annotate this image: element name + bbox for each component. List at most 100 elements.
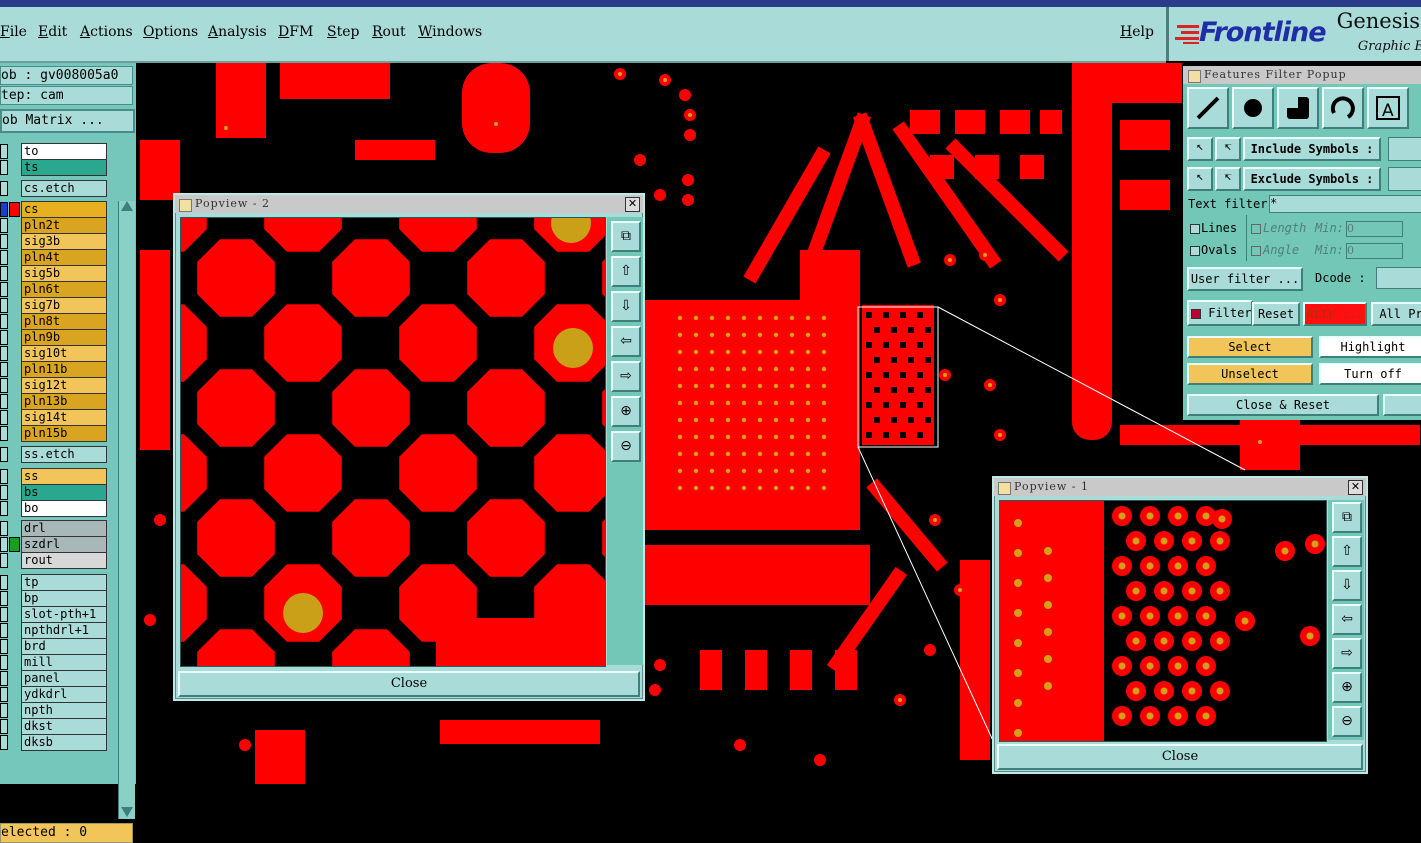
layer-affected-checkbox[interactable] bbox=[0, 719, 8, 734]
pan-down-icon[interactable]: ⇩ bbox=[611, 291, 641, 322]
pan-right-icon[interactable]: ⇨ bbox=[1332, 638, 1362, 669]
layer-affected-checkbox[interactable] bbox=[0, 394, 8, 409]
reset-button[interactable]: Reset bbox=[1252, 302, 1300, 326]
layer-affected-checkbox[interactable] bbox=[0, 378, 8, 393]
pan-left-icon[interactable]: ⇦ bbox=[611, 326, 641, 357]
layer-row-sig7b[interactable]: sig7b bbox=[0, 297, 118, 314]
layer-name[interactable]: ss.etch bbox=[21, 446, 107, 463]
scroll-up-arrow-icon[interactable] bbox=[121, 201, 133, 211]
layer-affected-checkbox[interactable] bbox=[0, 591, 8, 606]
layer-name[interactable]: pln8t bbox=[21, 313, 107, 330]
layer-affected-checkbox[interactable] bbox=[0, 234, 8, 249]
highlight-button[interactable]: Highlight bbox=[1319, 336, 1421, 358]
menu-file[interactable]: File bbox=[0, 24, 27, 40]
layer-name[interactable]: slot-pth+1 bbox=[21, 606, 107, 623]
popview-1-canvas[interactable] bbox=[999, 500, 1327, 742]
layer-row-cs[interactable]: cs bbox=[0, 201, 118, 218]
exclude-symbols-button[interactable]: Exclude Symbols : bbox=[1243, 167, 1381, 191]
layer-row-pln4t[interactable]: pln4t bbox=[0, 249, 118, 266]
layer-affected-checkbox[interactable] bbox=[0, 607, 8, 622]
layer-row-ydkdrl[interactable]: ydkdrl bbox=[0, 686, 118, 703]
job-matrix-button[interactable]: ob Matrix ... bbox=[0, 109, 135, 133]
select-button[interactable]: Select bbox=[1187, 336, 1313, 358]
popview-1-close-button[interactable]: Close bbox=[997, 744, 1363, 770]
layer-name[interactable]: panel bbox=[21, 670, 107, 687]
include-pick-icon[interactable]: ↖ bbox=[1187, 137, 1213, 161]
window-menu-icon[interactable] bbox=[1188, 70, 1201, 83]
layer-affected-checkbox[interactable] bbox=[0, 553, 8, 568]
exclude-pick2-icon[interactable]: ↸ bbox=[1215, 167, 1241, 191]
zoom-in-icon[interactable]: ⊕ bbox=[1332, 672, 1362, 703]
layer-name[interactable]: szdrl bbox=[21, 536, 107, 553]
layer-name[interactable]: rout bbox=[21, 552, 107, 569]
user-filter-button[interactable]: User filter ... bbox=[1187, 267, 1303, 291]
layer-name[interactable]: pln2t bbox=[21, 217, 107, 234]
layer-affected-checkbox[interactable] bbox=[0, 346, 8, 361]
angle-min-input[interactable]: 0 bbox=[1346, 243, 1403, 259]
layer-name[interactable]: mill bbox=[21, 654, 107, 671]
layer-row-szdrl[interactable]: szdrl bbox=[0, 536, 118, 553]
exclude-symbols-field[interactable] bbox=[1388, 167, 1421, 191]
layer-row-ss[interactable]: ss bbox=[0, 468, 118, 485]
layer-affected-checkbox[interactable] bbox=[0, 501, 8, 516]
layer-row-bp[interactable]: bp bbox=[0, 590, 118, 607]
pan-down-icon[interactable]: ⇩ bbox=[1332, 570, 1362, 601]
layer-name[interactable]: drl bbox=[21, 520, 107, 537]
unselect-button[interactable]: Unselect bbox=[1187, 363, 1313, 385]
exclude-pick-icon[interactable]: ↖ bbox=[1187, 167, 1213, 191]
dcode-input[interactable] bbox=[1376, 267, 1421, 289]
layer-affected-checkbox[interactable] bbox=[0, 639, 8, 654]
include-symbols-button[interactable]: Include Symbols : bbox=[1243, 137, 1381, 161]
layer-name[interactable]: bo bbox=[21, 500, 107, 517]
length-min-input[interactable]: 0 bbox=[1346, 221, 1403, 237]
text-filter-input[interactable]: * bbox=[1269, 195, 1421, 213]
layer-affected-checkbox[interactable] bbox=[0, 298, 8, 313]
layer-name[interactable]: bs bbox=[21, 484, 107, 501]
layer-name[interactable]: ts bbox=[21, 159, 107, 176]
arc-feature-icon[interactable] bbox=[1322, 87, 1364, 129]
zoom-in-icon[interactable]: ⊕ bbox=[611, 396, 641, 427]
window-menu-icon[interactable] bbox=[179, 199, 192, 212]
menu-analysis[interactable]: Analysis bbox=[208, 24, 267, 40]
layer-affected-checkbox[interactable] bbox=[0, 469, 8, 484]
layer-row-drl[interactable]: drl bbox=[0, 520, 118, 537]
menu-dfm[interactable]: DFM bbox=[278, 24, 313, 40]
menu-windows[interactable]: Windows bbox=[418, 24, 482, 40]
layer-row-sig3b[interactable]: sig3b bbox=[0, 233, 118, 250]
layer-row-pln15b[interactable]: pln15b bbox=[0, 425, 118, 442]
layer-name[interactable]: sig14t bbox=[21, 409, 107, 426]
layer-row-cs.etch[interactable]: cs.etch bbox=[0, 180, 118, 197]
layer-name[interactable]: sig3b bbox=[21, 233, 107, 250]
layer-affected-checkbox[interactable] bbox=[0, 735, 8, 750]
filter-checkbox[interactable] bbox=[1191, 308, 1201, 319]
layer-row-npth[interactable]: npth bbox=[0, 702, 118, 719]
layer-affected-checkbox[interactable] bbox=[0, 362, 8, 377]
layer-name[interactable]: bp bbox=[21, 590, 107, 607]
layer-name[interactable]: pln13b bbox=[21, 393, 107, 410]
layer-row-npthdrl+1[interactable]: npthdrl+1 bbox=[0, 622, 118, 639]
layer-name[interactable]: dksb bbox=[21, 734, 107, 751]
layer-display-indicator[interactable] bbox=[9, 202, 20, 217]
layer-row-to[interactable]: to bbox=[0, 143, 118, 160]
include-symbols-field[interactable] bbox=[1388, 137, 1421, 161]
layer-name[interactable]: to bbox=[21, 143, 107, 160]
scroll-down-arrow-icon[interactable] bbox=[121, 807, 133, 817]
layer-row-sig10t[interactable]: sig10t bbox=[0, 345, 118, 362]
layer-name[interactable]: sig5b bbox=[21, 265, 107, 282]
turn-off-button[interactable]: Turn off bbox=[1319, 363, 1421, 385]
layer-name[interactable]: pln11b bbox=[21, 361, 107, 378]
layer-affected-checkbox[interactable] bbox=[0, 521, 8, 536]
layer-affected-checkbox[interactable] bbox=[0, 687, 8, 702]
layer-list-scrollbar[interactable] bbox=[118, 201, 135, 819]
angle-checkbox[interactable] bbox=[1251, 246, 1261, 256]
layer-row-sig5b[interactable]: sig5b bbox=[0, 265, 118, 282]
layer-affected-checkbox[interactable] bbox=[0, 623, 8, 638]
layer-name[interactable]: npthdrl+1 bbox=[21, 622, 107, 639]
layer-name[interactable]: cs.etch bbox=[21, 180, 107, 197]
popview-2-canvas[interactable] bbox=[180, 217, 606, 667]
text-feature-icon[interactable]: A bbox=[1367, 87, 1409, 129]
layer-affected-checkbox[interactable] bbox=[0, 426, 8, 441]
layer-row-bo[interactable]: bo bbox=[0, 500, 118, 517]
layer-affected-checkbox[interactable] bbox=[0, 330, 8, 345]
close-button-truncated[interactable] bbox=[1383, 394, 1421, 416]
